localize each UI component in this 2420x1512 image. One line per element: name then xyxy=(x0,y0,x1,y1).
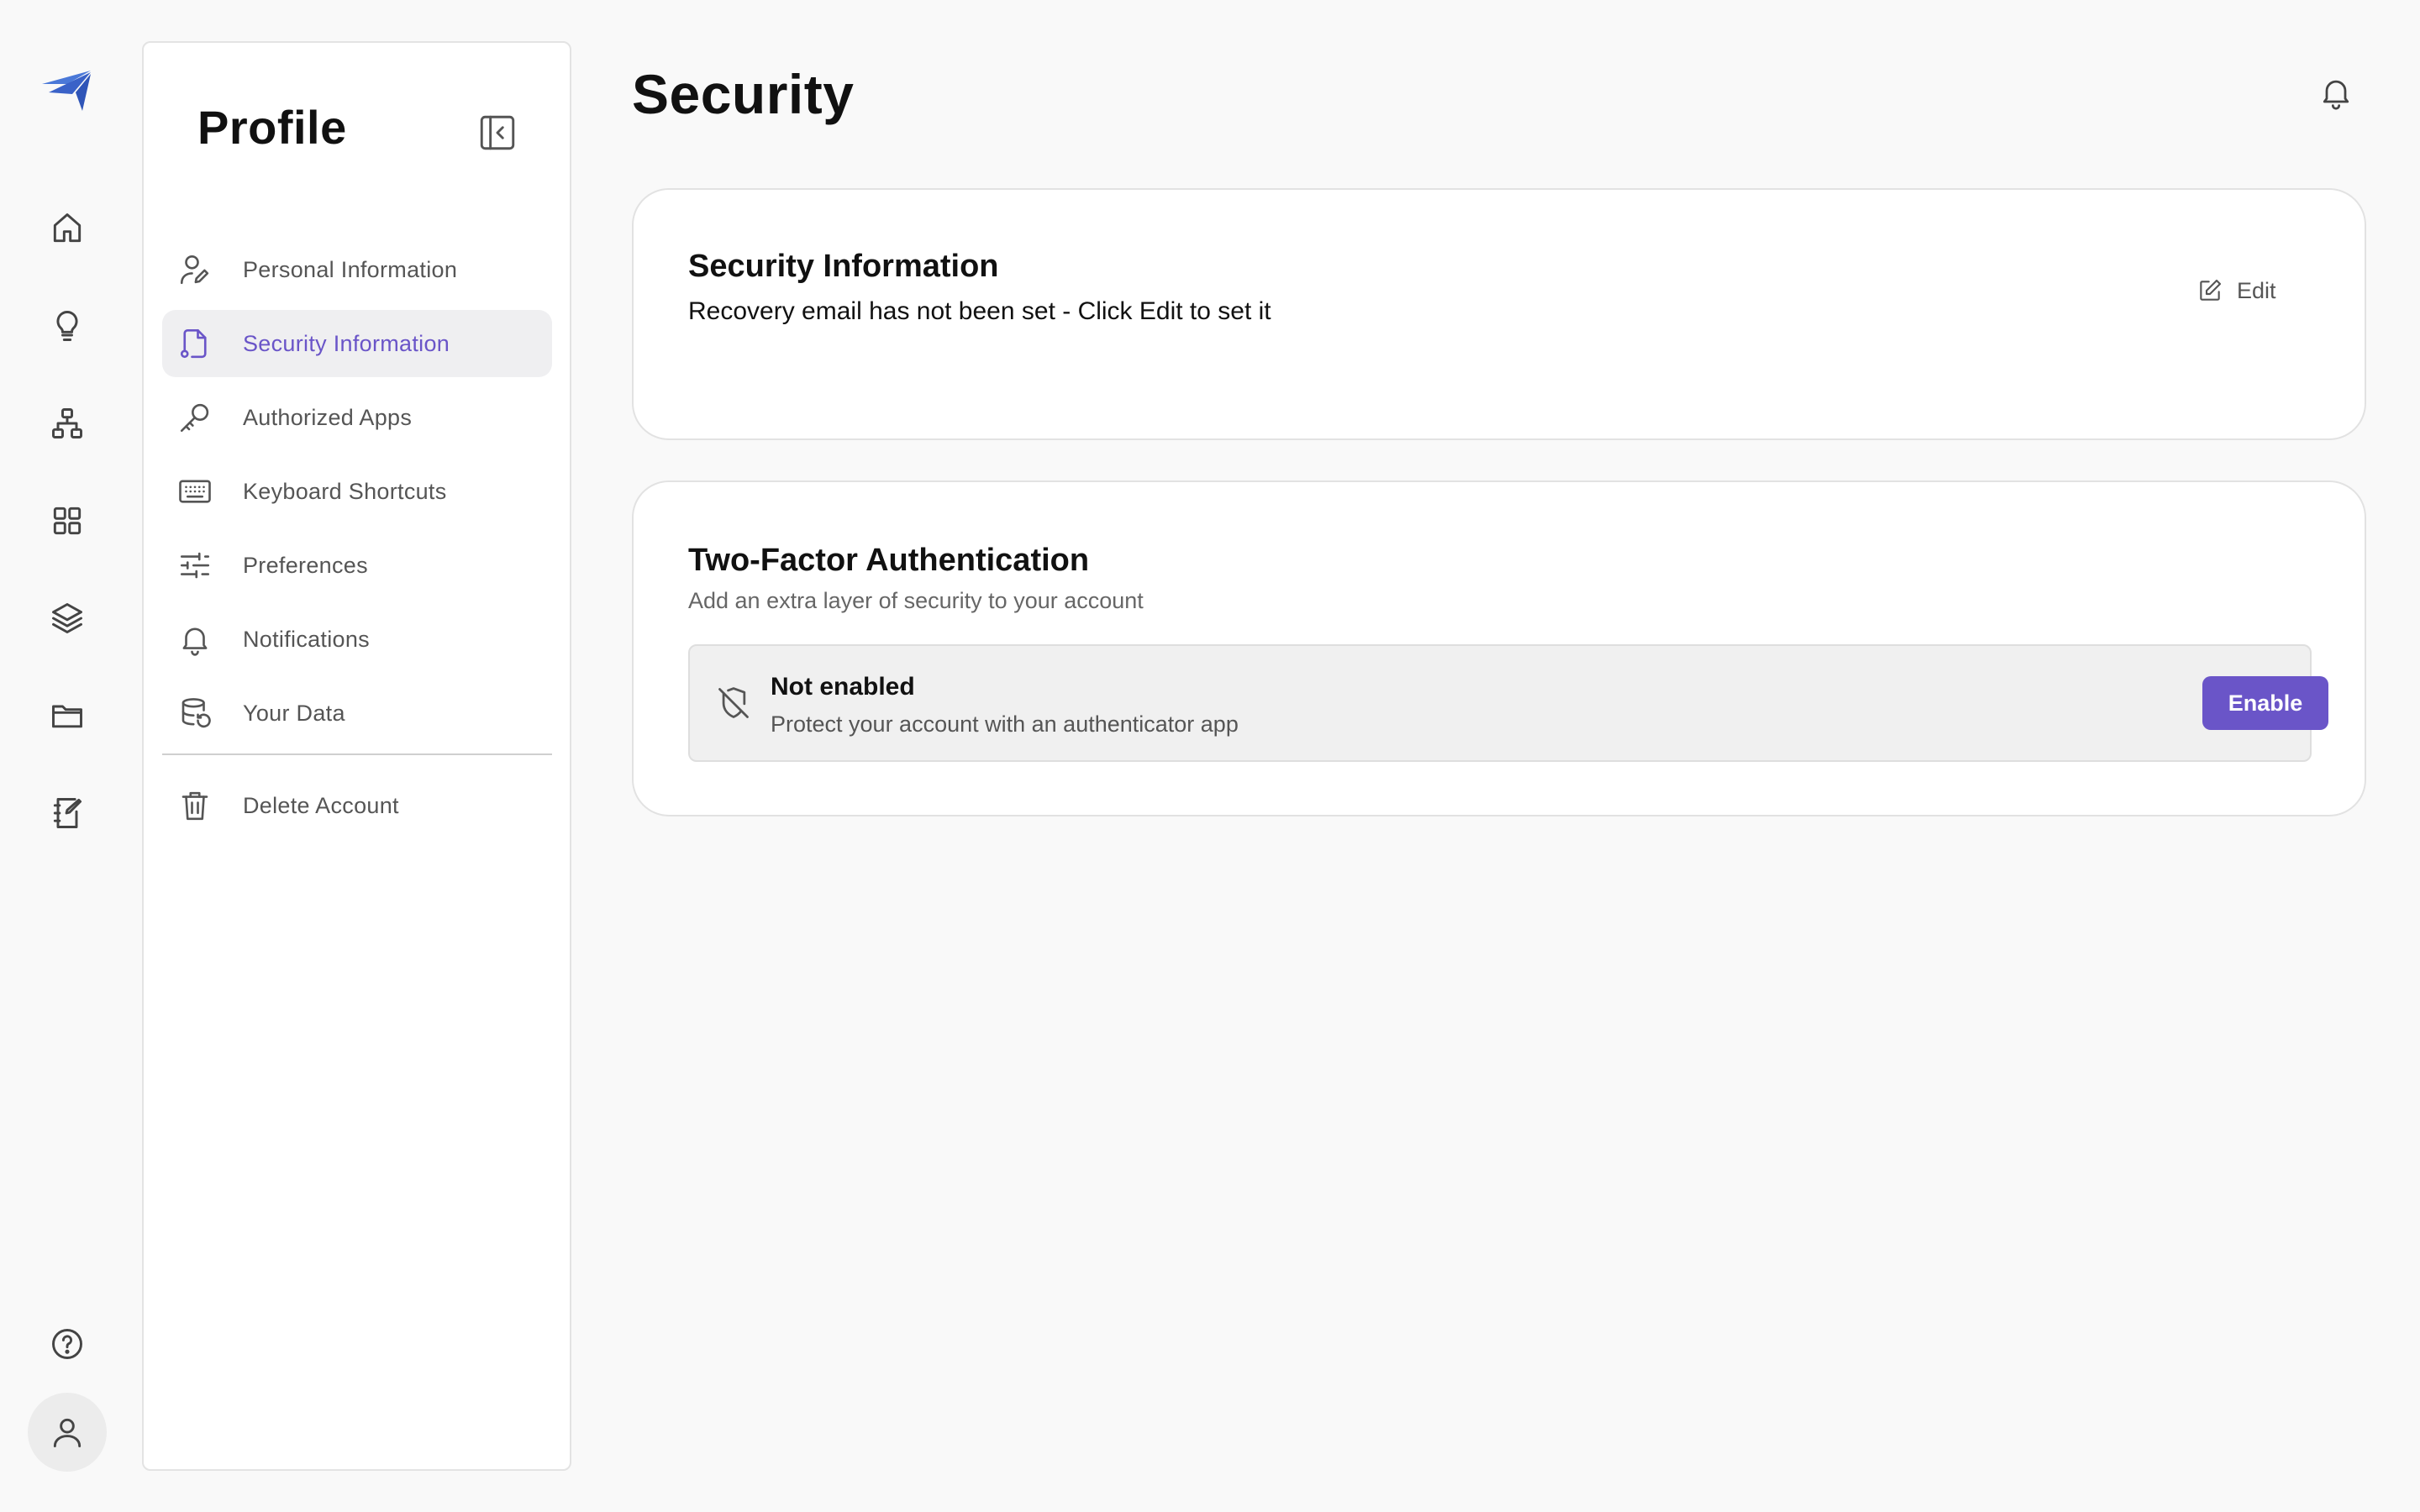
collapse-sidebar-icon[interactable] xyxy=(476,112,518,154)
user-avatar-icon[interactable] xyxy=(28,1393,107,1472)
nav-item-label: Delete Account xyxy=(243,792,399,818)
notifications-bell-icon[interactable] xyxy=(2317,74,2354,111)
trash-icon xyxy=(177,788,213,823)
shield-off-icon xyxy=(715,685,752,722)
nav-item-label: Personal Information xyxy=(243,256,458,282)
nav-item-authorized-apps[interactable]: Authorized Apps xyxy=(162,384,552,451)
card-title: Two-Factor Authentication xyxy=(688,543,1090,578)
card-description: Add an extra layer of security to your a… xyxy=(688,588,1144,613)
nav-item-label: Keyboard Shortcuts xyxy=(243,478,447,504)
user-edit-icon xyxy=(177,252,213,287)
nav-item-label: Preferences xyxy=(243,552,368,578)
layers-icon[interactable] xyxy=(28,579,107,658)
nav-item-label: Security Information xyxy=(243,330,450,356)
nav-item-personal-information[interactable]: Personal Information xyxy=(162,236,552,303)
recovery-email-status: Recovery email has not been set - Click … xyxy=(688,297,1271,325)
two-factor-status: Not enabled Protect your account with an… xyxy=(688,644,2328,762)
edit-label: Edit xyxy=(2237,277,2276,303)
nav-item-security-information[interactable]: Security Information xyxy=(162,310,552,377)
nav-divider xyxy=(162,753,552,755)
card-title: Security Information xyxy=(688,249,999,284)
edit-icon xyxy=(2200,279,2222,301)
profile-nav: Personal Information Security Informatio… xyxy=(162,236,552,846)
hierarchy-icon[interactable] xyxy=(28,384,107,463)
security-information-card: Security Information Recovery email has … xyxy=(632,188,2366,440)
folder-icon[interactable] xyxy=(28,676,107,755)
nav-item-keyboard-shortcuts[interactable]: Keyboard Shortcuts xyxy=(162,458,552,525)
profile-sidebar: Profile Personal Information Security In… xyxy=(142,41,571,1471)
database-icon xyxy=(177,696,213,731)
nav-item-label: Your Data xyxy=(243,700,345,726)
notebook-edit-icon[interactable] xyxy=(28,774,107,853)
nav-item-label: Authorized Apps xyxy=(243,404,413,430)
app-logo-icon[interactable] xyxy=(39,67,96,118)
help-icon[interactable] xyxy=(28,1305,107,1383)
two-factor-card: Two-Factor Authentication Add an extra l… xyxy=(632,480,2366,816)
keyboard-icon xyxy=(177,474,213,509)
file-key-icon xyxy=(177,326,213,361)
home-icon[interactable] xyxy=(28,189,107,268)
key-icon xyxy=(177,400,213,435)
enable-button[interactable]: Enable xyxy=(2202,676,2328,730)
lightbulb-icon[interactable] xyxy=(28,286,107,365)
icon-rail xyxy=(0,0,134,1512)
page-title: Security xyxy=(632,63,855,125)
grid-icon[interactable] xyxy=(28,481,107,560)
nav-item-delete-account[interactable]: Delete Account xyxy=(162,772,552,839)
status-description: Protect your account with an authenticat… xyxy=(771,711,1239,737)
sidebar-title: Profile xyxy=(197,101,347,154)
nav-item-notifications[interactable]: Notifications xyxy=(162,606,552,673)
nav-item-preferences[interactable]: Preferences xyxy=(162,532,552,599)
bell-icon xyxy=(177,622,213,657)
sliders-icon xyxy=(177,548,213,583)
nav-item-label: Notifications xyxy=(243,626,370,652)
nav-item-your-data[interactable]: Your Data xyxy=(162,680,552,747)
status-title: Not enabled xyxy=(771,673,915,701)
edit-button[interactable]: Edit xyxy=(2196,270,2276,311)
